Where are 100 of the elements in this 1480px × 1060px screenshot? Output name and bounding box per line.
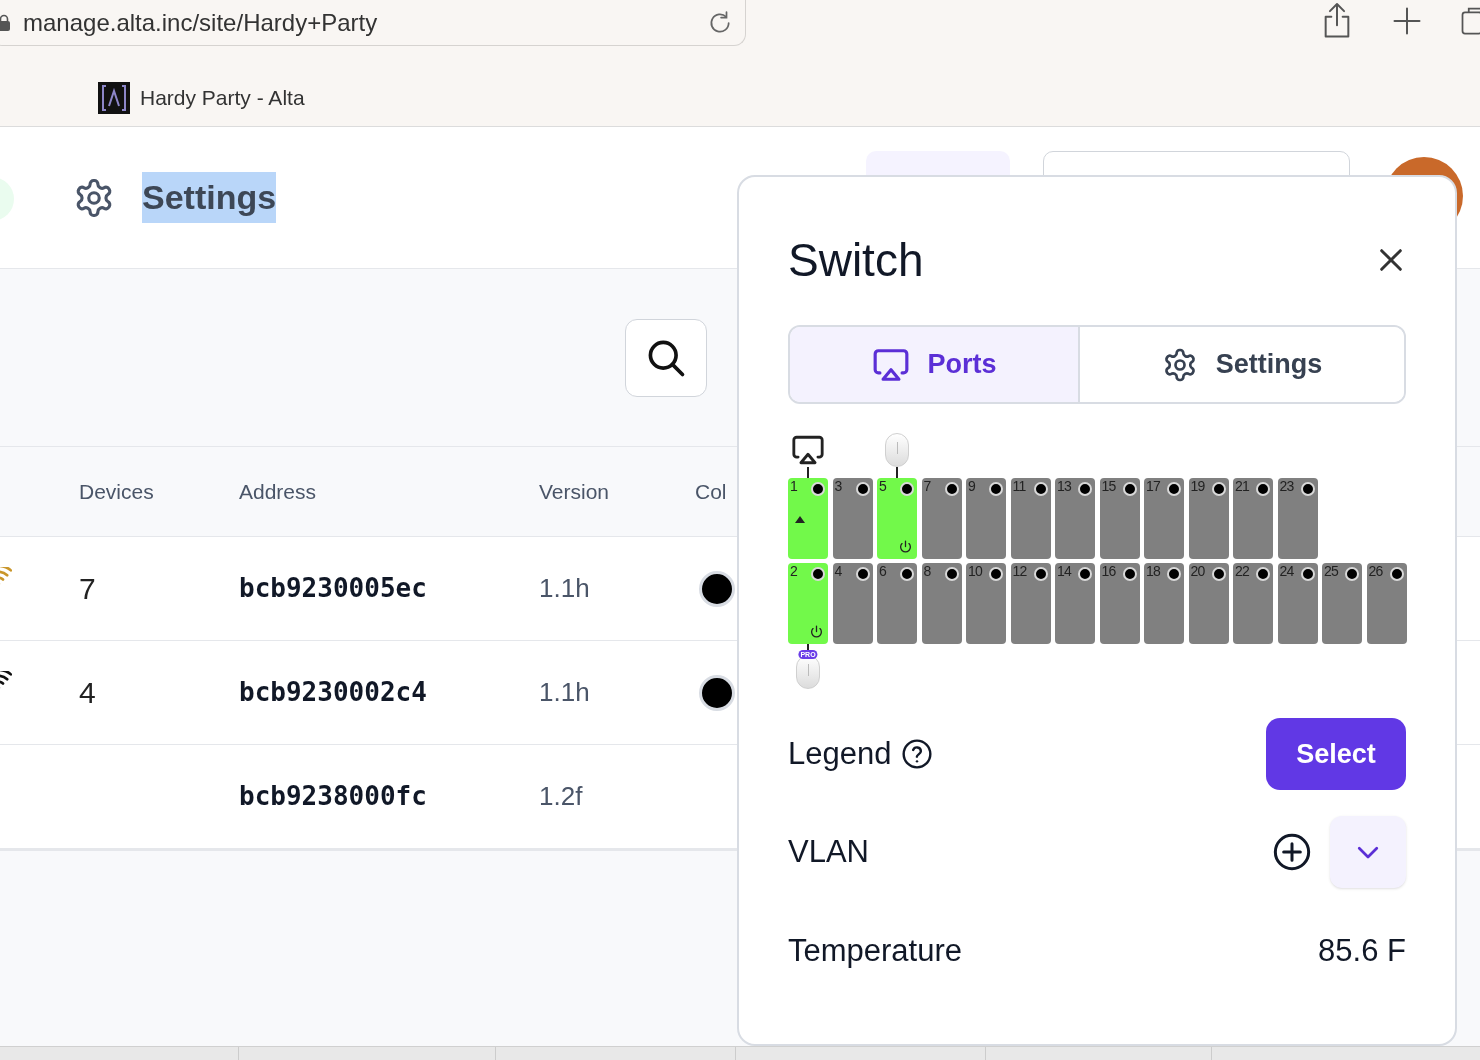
port-number: 4 <box>834 564 842 578</box>
port-led <box>944 482 959 496</box>
switch-port[interactable]: 7 <box>921 478 962 559</box>
switch-port[interactable]: 6 <box>877 563 917 644</box>
switch-port[interactable]: 19 <box>1188 478 1229 559</box>
switch-port[interactable]: 22 <box>1233 563 1273 644</box>
port-number: 3 <box>834 479 842 493</box>
switch-port[interactable]: 3 <box>832 478 873 559</box>
port-number: 5 <box>879 479 887 493</box>
switch-port[interactable]: 2 <box>788 563 828 644</box>
legend-label: Legend <box>788 734 892 773</box>
firmware-version: 1.1h <box>539 572 591 605</box>
port-led <box>855 567 870 581</box>
port-number: 1 <box>790 479 798 493</box>
firmware-version: 1.1h <box>539 676 591 709</box>
port-led <box>1211 482 1226 496</box>
power-icon <box>810 625 823 638</box>
panel-tab[interactable]: Settings <box>1078 327 1404 402</box>
port-led <box>1389 567 1404 581</box>
power-icon <box>899 540 912 553</box>
switch-port[interactable]: 16 <box>1099 563 1140 644</box>
search-button[interactable] <box>625 318 707 397</box>
switch-port[interactable]: 10 <box>966 563 1006 644</box>
port-number: 24 <box>1279 564 1294 578</box>
port-led <box>1300 567 1315 581</box>
panel-tab[interactable]: Ports <box>790 327 1079 402</box>
switch-port[interactable]: 24 <box>1277 563 1318 644</box>
switch-port[interactable]: 5 <box>877 478 917 559</box>
column-header: Version <box>539 478 610 505</box>
port-number: 10 <box>968 564 983 578</box>
switch-port[interactable]: 26 <box>1366 563 1407 644</box>
port-number: 2 <box>790 564 798 578</box>
switch-port[interactable]: 14 <box>1055 563 1095 644</box>
port-number: 7 <box>923 479 931 493</box>
uplink-triangle-icon <box>795 516 805 523</box>
site-favicon <box>98 82 130 114</box>
port-led <box>1211 567 1226 581</box>
switch-port[interactable]: 21 <box>1233 478 1273 559</box>
port-led <box>1122 567 1137 581</box>
select-button[interactable]: Select <box>1266 718 1406 790</box>
port-led <box>811 567 825 581</box>
port-number: 26 <box>1368 564 1383 578</box>
column-header: Address <box>239 478 317 505</box>
port-number: 21 <box>1235 479 1250 493</box>
switch-port[interactable]: 23 <box>1277 478 1318 559</box>
switch-port[interactable]: 4 <box>832 563 873 644</box>
port-led <box>900 482 914 496</box>
temperature-label: Temperature <box>788 932 963 970</box>
address-bar[interactable]: manage.alta.inc/site/Hardy+Party <box>0 0 746 46</box>
port-number: 25 <box>1324 564 1339 578</box>
port-led <box>1300 482 1315 496</box>
device-address: bcb9238000fc <box>239 780 428 813</box>
device-address: bcb9230002c4 <box>239 676 428 709</box>
port-number: 22 <box>1235 564 1250 578</box>
tab-title[interactable]: Hardy Party - Alta <box>140 82 305 114</box>
port-led <box>811 482 825 496</box>
url-text: manage.alta.inc/site/Hardy+Party <box>23 7 379 38</box>
switch-port[interactable]: 9 <box>966 478 1006 559</box>
port-led <box>1078 567 1092 581</box>
port-led <box>855 482 870 496</box>
access-point-device <box>885 433 909 467</box>
port-number: 16 <box>1101 564 1116 578</box>
devices-count: 4 <box>79 676 96 709</box>
devices-count: 7 <box>79 572 96 605</box>
port-number: 23 <box>1279 479 1294 493</box>
switch-port[interactable]: 25 <box>1322 563 1362 644</box>
port-led <box>1256 567 1270 581</box>
add-circle-icon[interactable] <box>1272 832 1312 872</box>
port-led <box>1078 482 1092 496</box>
switch-port[interactable]: 8 <box>921 563 962 644</box>
panel-title: Switch <box>788 237 924 283</box>
port-led <box>1033 567 1048 581</box>
switch-port[interactable]: 17 <box>1144 478 1184 559</box>
port-number: 14 <box>1057 564 1072 578</box>
port-led <box>900 567 914 581</box>
port-number: 15 <box>1101 479 1116 493</box>
switch-port[interactable]: 15 <box>1099 478 1140 559</box>
switch-port[interactable]: 20 <box>1188 563 1229 644</box>
port-number: 11 <box>1012 479 1026 493</box>
lock-icon <box>0 13 11 32</box>
device-address: bcb9230005ec <box>239 572 428 605</box>
new-tab-plus-icon[interactable] <box>1392 6 1422 36</box>
switch-port[interactable]: 12 <box>1010 563 1051 644</box>
page-title: Settings <box>142 172 277 223</box>
vlan-label: VLAN <box>788 832 869 871</box>
switch-port[interactable]: 1 <box>788 478 828 559</box>
port-led <box>989 482 1003 496</box>
switch-port[interactable]: 11 <box>1010 478 1051 559</box>
port-number: 13 <box>1057 479 1072 493</box>
port-number: 18 <box>1146 564 1161 578</box>
port-led <box>1033 482 1048 496</box>
port-led <box>1256 482 1270 496</box>
port-number: 17 <box>1146 479 1161 493</box>
help-icon[interactable] <box>901 738 934 770</box>
switch-port[interactable]: 18 <box>1144 563 1184 644</box>
temperature-value: 85.6 F <box>1318 932 1406 970</box>
port-led <box>1167 482 1181 496</box>
port-number: 9 <box>968 479 976 493</box>
switch-port[interactable]: 13 <box>1055 478 1095 559</box>
column-header: Devices <box>79 478 154 505</box>
